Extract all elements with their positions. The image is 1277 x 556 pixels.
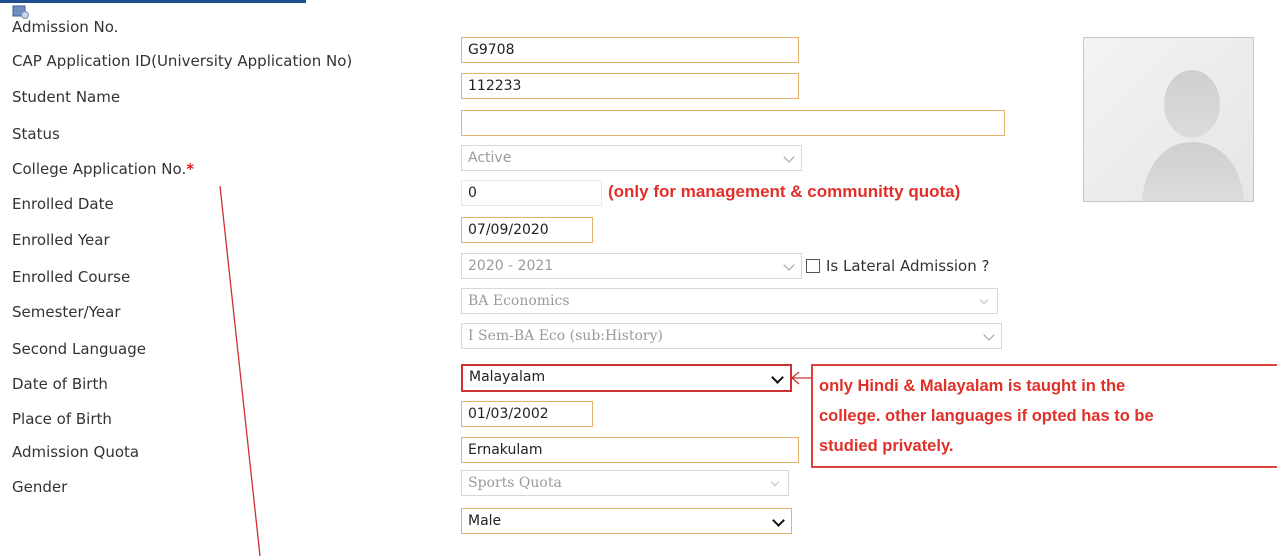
cap-id-input[interactable]: 112233	[461, 73, 799, 99]
chevron-down-icon	[770, 477, 780, 487]
pointer-line	[219, 185, 261, 556]
arrow-head-icon	[791, 371, 800, 385]
avatar-placeholder	[1083, 37, 1254, 202]
header-bar	[0, 0, 306, 3]
chevron-down-icon	[979, 295, 989, 305]
semester-select[interactable]: I Sem-BA Eco (sub:History)	[461, 323, 1002, 349]
dob-label: Date of Birth	[12, 375, 108, 393]
quota-note: (only for management & communitty quota)	[608, 182, 961, 201]
enrolled-year-label: Enrolled Year	[12, 231, 110, 249]
student-name-input[interactable]	[461, 110, 1005, 136]
gender-select[interactable]: Male	[461, 508, 792, 534]
enrolled-year-value: 2020 - 2021	[468, 258, 554, 274]
admission-quota-value: Sports Quota	[468, 475, 562, 491]
student-name-label: Student Name	[12, 88, 121, 106]
enrolled-course-select[interactable]: BA Economics	[461, 288, 998, 314]
chevron-down-icon	[772, 514, 785, 527]
enrolled-date-label: Enrolled Date	[12, 195, 114, 213]
language-note-callout: only Hindi & Malayalam is taught in the …	[811, 364, 1277, 468]
enrolled-date-input[interactable]: 07/09/2020	[461, 217, 593, 243]
semester-label: Semester/Year	[12, 303, 121, 321]
college-app-no-label: College Application No.*	[12, 160, 194, 178]
second-language-select[interactable]: Malayalam	[461, 364, 792, 392]
enrolled-course-value: BA Economics	[468, 293, 570, 309]
language-note-line: college. other languages if opted has to…	[819, 407, 1154, 425]
chevron-down-icon	[771, 371, 784, 384]
avatar-icon	[1142, 70, 1244, 201]
chevron-down-icon	[783, 259, 795, 271]
college-app-no-text: College Application No.	[12, 160, 187, 178]
lateral-checkbox[interactable]	[806, 259, 820, 273]
language-note-line: studied privately.	[819, 437, 954, 455]
lateral-label: Is Lateral Admission ?	[826, 257, 990, 275]
lateral-admission[interactable]: Is Lateral Admission ?	[806, 257, 989, 275]
status-value: Active	[468, 150, 512, 166]
gender-label: Gender	[12, 478, 68, 496]
college-app-no-input[interactable]: 0	[461, 180, 602, 206]
admission-no-label: Admission No.	[12, 18, 119, 36]
admission-no-input[interactable]: G9708	[461, 37, 799, 63]
required-mark: *	[186, 160, 195, 178]
enrolled-year-select[interactable]: 2020 - 2021	[461, 253, 802, 279]
status-label: Status	[12, 125, 60, 143]
cap-id-label: CAP Application ID(University Applicatio…	[12, 52, 353, 70]
chevron-down-icon	[983, 329, 995, 341]
language-note-line: only Hindi & Malayalam is taught in the	[819, 377, 1126, 395]
page-icon	[12, 5, 29, 19]
chevron-down-icon	[783, 151, 795, 163]
second-language-label: Second Language	[12, 340, 146, 358]
status-select[interactable]: Active	[461, 145, 802, 171]
place-of-birth-input[interactable]: Ernakulam	[461, 437, 799, 463]
enrolled-course-label: Enrolled Course	[12, 268, 131, 286]
second-language-value: Malayalam	[469, 369, 546, 385]
gender-value: Male	[468, 513, 502, 529]
dob-input[interactable]: 01/03/2002	[461, 401, 593, 427]
place-of-birth-label: Place of Birth	[12, 410, 112, 428]
semester-value: I Sem-BA Eco (sub:History)	[468, 328, 663, 344]
admission-quota-select[interactable]: Sports Quota	[461, 470, 789, 496]
admission-quota-label: Admission Quota	[12, 443, 140, 461]
